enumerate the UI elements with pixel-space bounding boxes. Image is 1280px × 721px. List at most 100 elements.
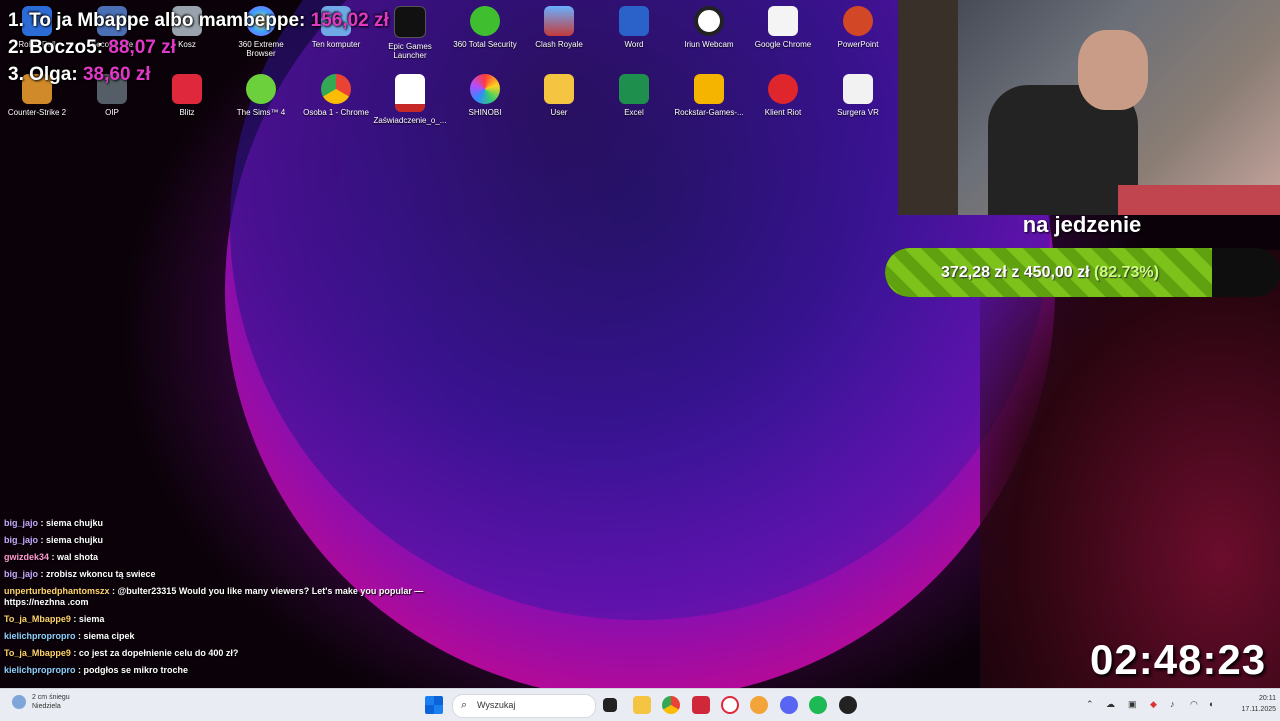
desktop-icon-label: Epic Games Launcher [388,42,432,60]
cloud-icon[interactable]: ☁ [1106,699,1115,710]
system-clock[interactable]: 20:11 17.11.2025 [1228,693,1276,715]
desktop-icon-label: Blitz [179,108,195,117]
taskbar-search[interactable]: ⌕ Wyszukaj [452,694,596,718]
app-tray-icon[interactable]: ▣ [1128,699,1137,710]
start-button[interactable] [425,696,443,714]
chat-username: kielichpropropro [4,665,76,675]
wps-icon[interactable] [692,696,710,714]
volume-icon[interactable]: ◖ [1208,699,1213,709]
plus-shield-icon [470,6,500,36]
desktop-icon-label: Surgera VR [837,108,879,117]
chat-text: co jest za dopełnienie celu do 400 zł? [78,648,239,658]
browser-icon[interactable] [750,696,768,714]
chat-text: zrobisz wkoncu tą swiece [46,569,156,579]
weather-widget[interactable]: 2 cm śniegu Niedziela [12,693,70,711]
webcam-shelf [898,0,958,215]
desktop-icon-surgera-vr[interactable]: Surgera VR [821,74,895,117]
desktop-icon-chrome-profile[interactable]: Osoba 1 - Chrome [299,74,373,117]
donor-amount: 38,60 zł [82,64,151,85]
search-icon: ⌕ [461,699,468,711]
desktop-icon-label: Iriun Webcam [684,40,734,49]
desktop-icon-word[interactable]: Word [597,6,671,49]
desktop-icon-blitz[interactable]: Blitz [150,74,224,117]
desktop-icon-rockstar[interactable]: Rockstar-Games-... [672,74,746,117]
chat-text: siema [78,614,105,624]
file-explorer-icon[interactable] [633,696,651,714]
desktop-icon-360-total-security[interactable]: 360 Total Security [448,6,522,49]
clock-date: 17.11.2025 [1241,706,1276,713]
weather-day: Niedziela [31,703,61,710]
obs-icon[interactable] [839,696,857,714]
desktop-icon-label: Google Chrome [754,40,812,49]
chat-username: big_jajo [4,569,39,579]
stream-chat: big_jajo : siema chujku big_jajo : siema … [4,518,484,682]
opera-icon[interactable] [721,696,739,714]
chat-text: wal shota [57,552,99,562]
word-icon [619,6,649,36]
chat-message: kielichpropropro : podgłos se mikro troc… [4,665,189,675]
weather-icon [12,695,26,709]
webcam-desk [1118,185,1280,215]
desktop-icon-label: The Sims™ 4 [236,108,286,117]
search-placeholder: Wyszukaj [477,700,516,710]
donor-name: 3. Olga: [8,64,78,85]
desktop-icon-label: Zaświadczenie_o_... [373,116,447,125]
app-tray-icon[interactable]: ◆ [1150,699,1157,710]
desktop-icon-label: Klient Riot [764,108,802,117]
chat-username: kielichpropropro [4,631,76,641]
document-icon [768,6,798,36]
chat-message: To_ja_Mbappe9 : siema [4,614,105,624]
goal-title: na jedzenie [1022,212,1142,237]
donor-name: 1. To ja Mbappe albo mambeppe: [8,10,306,31]
chat-text: podgłos se mikro troche [83,665,189,675]
spotify-icon[interactable] [809,696,827,714]
chat-message: big_jajo : siema chujku [4,535,104,545]
desktop-icon-powerpoint[interactable]: PowerPoint [821,6,895,49]
desktop-icon-shinobi[interactable]: SHINOBI [448,74,522,117]
desktop-icon-label: Counter-Strike 2 [7,108,67,117]
chrome-icon[interactable] [662,696,680,714]
goal-percent: (82.73%) [1094,264,1159,281]
chat-message: big_jajo : siema chujku [4,518,104,528]
desktop-icon-clash-royale[interactable]: Clash Royale [522,6,596,49]
chat-text: siema chujku [46,518,104,528]
wifi-icon[interactable]: ◠ [1190,699,1198,710]
donor-name: 2. Boczo5: [8,37,104,58]
task-view-icon[interactable] [603,698,617,712]
chat-message: big_jajo : zrobisz wkoncu tą swiece [4,569,156,579]
chat-message: gwizdek34 : wal shota [4,552,99,562]
chevron-up-icon[interactable]: ⌃ [1086,699,1094,710]
leaderboard-entry: 3. Olga: 38,60 zł [8,64,151,86]
shinobi-icon [470,74,500,104]
chat-text: siema cipek [83,631,135,641]
microphone-icon[interactable]: ♪ [1170,699,1175,709]
donor-amount: 156,02 zł [310,10,389,31]
goal-target: 450,00 zł [1023,264,1090,281]
desktop-icon-google-chrome[interactable]: Google Chrome [746,6,820,49]
chat-username: big_jajo [4,535,39,545]
desktop-icon-iriun-webcam[interactable]: Iriun Webcam [672,6,746,49]
scalpel-icon [843,74,873,104]
chat-username: gwizdek34 [4,552,50,562]
goal-current: 372,28 zł [941,264,1007,281]
desktop-icon-riot-client[interactable]: Klient Riot [746,74,820,117]
chat-username: To_ja_Mbappe9 [4,648,71,658]
desktop-icon-user-folder[interactable]: User [522,74,596,117]
desktop-icon-label: Kosz [178,40,196,49]
desktop-icon-label: PowerPoint [837,40,879,49]
desktop-icon-label: 360 Extreme Browser [238,40,284,58]
epic-games-icon [394,6,426,38]
weather-text: 2 cm śniegu [31,694,70,701]
desktop-icon-sims-4[interactable]: The Sims™ 4 [224,74,298,117]
discord-icon[interactable] [780,696,798,714]
webcam-overlay [898,0,1280,215]
desktop-icon-label: Ten komputer [311,40,361,49]
plumbob-icon [246,74,276,104]
powerpoint-icon [843,6,873,36]
goal-progress-text: 372,28 zł z 450,00 zł (82.73%) [885,248,1215,297]
desktop-icon-label: Osoba 1 - Chrome [303,108,369,117]
leaderboard-entry: 2. Boczo5: 88,07 zł [8,37,176,59]
desktop-icon-excel[interactable]: Excel [597,74,671,117]
webcam-person-head [1078,30,1148,110]
desktop-icon-certificate-doc[interactable]: Zaświadczenie_o_... [373,74,447,125]
